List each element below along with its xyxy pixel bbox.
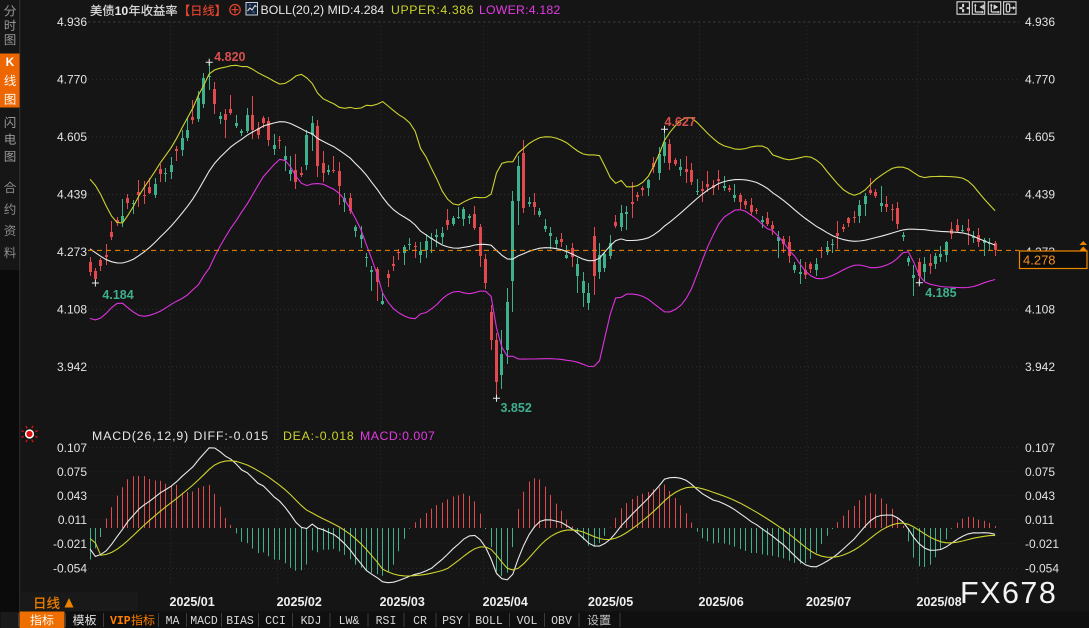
svg-text:4.936: 4.936: [1025, 15, 1055, 29]
svg-text:MACD: MACD: [190, 615, 218, 628]
svg-text:LOWER:4.182: LOWER:4.182: [479, 3, 560, 17]
svg-text:4.605: 4.605: [1025, 130, 1055, 144]
svg-text:VIP: VIP: [110, 615, 131, 628]
svg-text:0.075: 0.075: [57, 465, 87, 479]
svg-text:0.075: 0.075: [1025, 465, 1055, 479]
svg-text:4.439: 4.439: [57, 188, 87, 202]
svg-text:LW&: LW&: [339, 615, 360, 628]
svg-text:4.627: 4.627: [665, 115, 696, 129]
svg-text:3.942: 3.942: [57, 360, 87, 374]
svg-text:10: 10: [115, 4, 129, 18]
svg-text:0.107: 0.107: [1025, 441, 1055, 455]
svg-text:0.011: 0.011: [1025, 513, 1054, 527]
svg-text:2025/05: 2025/05: [588, 595, 633, 609]
svg-text:4.108: 4.108: [1025, 302, 1055, 316]
svg-text:2025/06: 2025/06: [699, 595, 744, 609]
svg-text:4.936: 4.936: [57, 15, 87, 29]
svg-text:2025/08: 2025/08: [917, 595, 962, 609]
svg-text:K: K: [6, 55, 15, 69]
svg-text:BIAS: BIAS: [226, 615, 254, 628]
svg-text:-0.054: -0.054: [53, 562, 87, 576]
svg-text:0.043: 0.043: [57, 489, 87, 503]
svg-text:MACD:0.007: MACD:0.007: [360, 429, 435, 443]
svg-text:KDJ: KDJ: [301, 615, 322, 628]
svg-text:4.439: 4.439: [1025, 188, 1055, 202]
svg-text:4.605: 4.605: [57, 130, 87, 144]
svg-text:4.185: 4.185: [925, 286, 956, 300]
svg-text:0.011: 0.011: [58, 513, 87, 527]
svg-text:PSY: PSY: [442, 615, 463, 628]
svg-text:FX678: FX678: [960, 576, 1057, 610]
svg-text:UPPER:4.386: UPPER:4.386: [391, 3, 474, 17]
svg-text:0.107: 0.107: [57, 441, 87, 455]
svg-text:2025/07: 2025/07: [806, 595, 851, 609]
svg-text:CCI: CCI: [265, 615, 286, 628]
svg-text:4.820: 4.820: [214, 50, 245, 64]
svg-text:BOLL(20,2) MID:4.284: BOLL(20,2) MID:4.284: [261, 3, 385, 17]
svg-text:2025/01: 2025/01: [170, 595, 215, 609]
svg-text:4.108: 4.108: [57, 302, 87, 316]
svg-text:RSI: RSI: [376, 615, 397, 628]
svg-text:3.852: 3.852: [501, 401, 532, 415]
svg-text:4.273: 4.273: [57, 245, 87, 259]
svg-text:4.184: 4.184: [102, 288, 133, 302]
svg-text:VOL: VOL: [517, 615, 538, 628]
svg-text:DEA:-0.018: DEA:-0.018: [283, 429, 355, 443]
svg-text:MACD(26,12,9) DIFF:-0.015: MACD(26,12,9) DIFF:-0.015: [92, 429, 269, 443]
svg-text:2025/02: 2025/02: [277, 595, 322, 609]
svg-text:OBV: OBV: [551, 615, 572, 628]
svg-text:2025/04: 2025/04: [483, 595, 528, 609]
svg-text:-0.021: -0.021: [1025, 537, 1059, 551]
svg-text:2025/03: 2025/03: [380, 595, 425, 609]
svg-text:-0.054: -0.054: [1025, 562, 1059, 576]
svg-text:MA: MA: [166, 615, 180, 628]
svg-text:0.043: 0.043: [1025, 489, 1055, 503]
svg-text:4.278: 4.278: [1023, 253, 1056, 268]
svg-text:4.770: 4.770: [57, 73, 87, 87]
svg-text:BOLL: BOLL: [475, 615, 503, 628]
svg-text:CR: CR: [413, 615, 427, 628]
svg-text:3.942: 3.942: [1025, 360, 1055, 374]
svg-text:-0.021: -0.021: [53, 537, 87, 551]
svg-text:4.770: 4.770: [1025, 73, 1055, 87]
